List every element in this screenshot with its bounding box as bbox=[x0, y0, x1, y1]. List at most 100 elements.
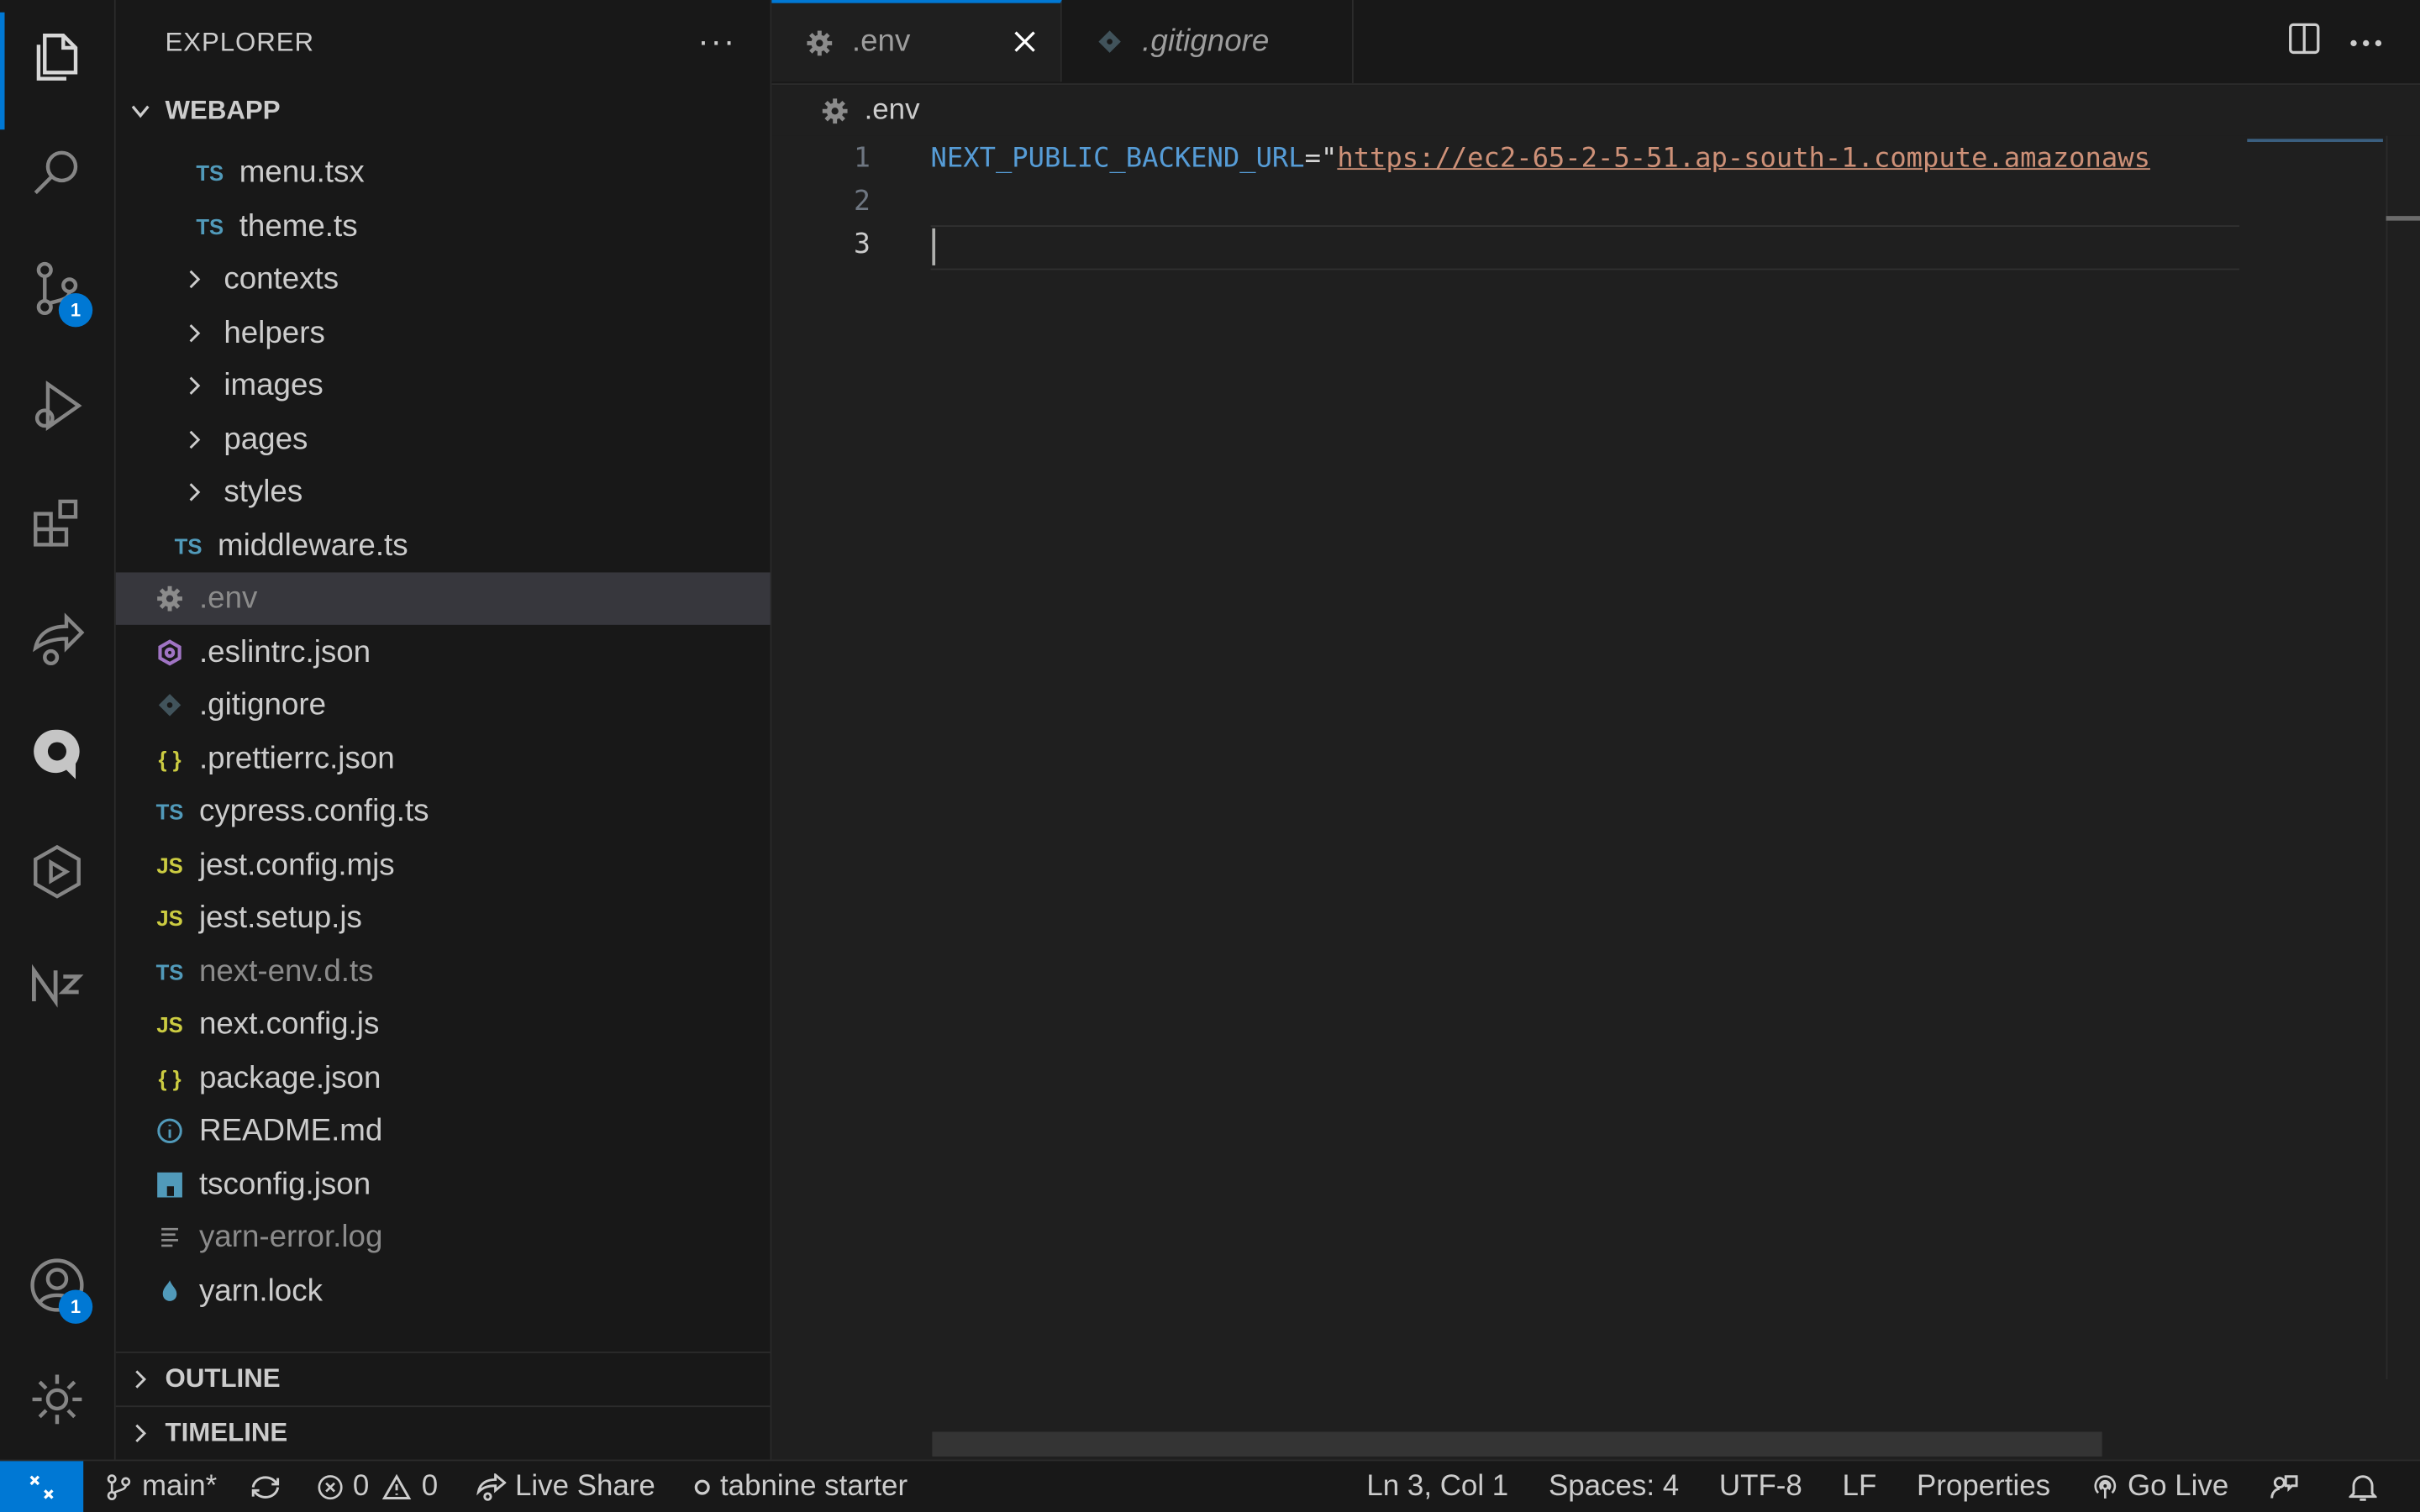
chevron-right-icon bbox=[181, 375, 208, 396]
tree-item-file[interactable]: JS next.config.js bbox=[116, 998, 771, 1050]
tree-item-label: jest.setup.js bbox=[198, 900, 362, 935]
remote-indicator[interactable] bbox=[0, 1461, 84, 1512]
line-number-current: 3 bbox=[854, 228, 871, 261]
explorer-title: EXPLORER bbox=[165, 28, 314, 57]
more-actions-icon[interactable] bbox=[2349, 28, 2383, 55]
go-live-status[interactable]: Go Live bbox=[2091, 1470, 2228, 1504]
tree-item-file-selected[interactable]: .env bbox=[115, 572, 771, 625]
tree-item-file[interactable]: JS jest.config.mjs bbox=[116, 839, 771, 891]
cursor-position-label: Ln 3, Col 1 bbox=[1366, 1470, 1509, 1503]
tree-item-file[interactable]: TS menu.tsx bbox=[116, 146, 771, 198]
timeline-label: TIMELINE bbox=[165, 1417, 288, 1447]
workspace-root-header[interactable]: WEBAPP bbox=[116, 85, 771, 137]
activity-bar: 1 1 bbox=[0, 0, 116, 1460]
tree-item-label: jest.config.mjs bbox=[198, 848, 395, 882]
indentation-label: Spaces: 4 bbox=[1548, 1470, 1680, 1503]
tree-item-label: README.md bbox=[198, 1113, 383, 1147]
tab-env[interactable]: .env bbox=[771, 0, 1062, 82]
tabnine-status[interactable]: tabnine starter bbox=[692, 1470, 908, 1504]
cursor-position[interactable]: Ln 3, Col 1 bbox=[1366, 1470, 1508, 1504]
broadcast-icon bbox=[2093, 1475, 2116, 1499]
error-icon bbox=[317, 1475, 342, 1500]
nx-icon[interactable] bbox=[0, 941, 114, 1031]
outline-label: OUTLINE bbox=[165, 1363, 281, 1394]
problems-status[interactable]: 0 0 bbox=[316, 1470, 438, 1504]
outline-section-header[interactable]: OUTLINE bbox=[116, 1353, 771, 1405]
tree-item-label: cypress.config.ts bbox=[198, 794, 429, 828]
run-debug-icon[interactable] bbox=[0, 361, 114, 451]
tab-label: .gitignore bbox=[1142, 24, 1270, 58]
encoding-status[interactable]: UTF-8 bbox=[1719, 1470, 1802, 1504]
git-icon bbox=[1096, 28, 1123, 55]
split-editor-icon[interactable] bbox=[2287, 21, 2321, 63]
eol-status[interactable]: LF bbox=[1843, 1470, 1877, 1504]
extensions-icon[interactable] bbox=[0, 478, 114, 568]
status-bar: main* 0 0 Live Share tabnine starter Ln … bbox=[0, 1459, 2420, 1512]
tree-item-file[interactable]: { } .prettierrc.json bbox=[116, 732, 771, 785]
env-value-link[interactable]: https://ec2-65-2-5-51.ap-south-1.compute… bbox=[1337, 144, 2150, 175]
tree-item-file[interactable]: yarn-error.log bbox=[116, 1211, 771, 1263]
plugin-icon[interactable] bbox=[0, 827, 114, 916]
tree-item-file[interactable]: TS cypress.config.ts bbox=[116, 785, 771, 837]
tree-item-folder[interactable]: styles bbox=[116, 466, 771, 518]
tree-item-folder[interactable]: contexts bbox=[116, 253, 771, 305]
current-line-highlight bbox=[930, 225, 2240, 270]
editor-tab-bar: .env .gitignore bbox=[771, 0, 2420, 86]
json-icon: { } bbox=[158, 1066, 182, 1091]
live-share-icon[interactable] bbox=[0, 594, 114, 684]
tree-item-label: next-env.d.ts bbox=[198, 954, 374, 989]
tab-gitignore[interactable]: .gitignore bbox=[1062, 0, 1354, 84]
tree-item-file[interactable]: README.md bbox=[116, 1105, 771, 1157]
tree-item-file[interactable]: TS middleware.ts bbox=[116, 520, 771, 572]
explorer-icon[interactable] bbox=[0, 12, 114, 130]
horizontal-scrollbar[interactable] bbox=[932, 1431, 2102, 1457]
breadcrumb-item[interactable]: .env bbox=[865, 94, 920, 128]
live-share-status[interactable]: Live Share bbox=[475, 1470, 655, 1504]
gear-icon[interactable] bbox=[0, 1355, 114, 1445]
live-share-icon bbox=[476, 1473, 506, 1501]
more-actions-button[interactable]: ··· bbox=[697, 22, 736, 62]
workspace-root-label: WEBAPP bbox=[165, 95, 281, 125]
language-label: Properties bbox=[1917, 1470, 2051, 1503]
tabnine-icon bbox=[693, 1479, 709, 1495]
tree-item-file[interactable]: yarn.lock bbox=[116, 1265, 771, 1317]
tree-item-label: menu.tsx bbox=[239, 155, 365, 190]
tree-item-file[interactable]: tsconfig.json bbox=[116, 1158, 771, 1210]
search-icon[interactable] bbox=[0, 128, 114, 218]
warning-count: 0 bbox=[421, 1470, 439, 1503]
tree-item-label: middleware.ts bbox=[217, 528, 408, 563]
source-control-icon[interactable]: 1 bbox=[0, 244, 114, 333]
code-editor[interactable]: 1 2 3 NEXT_PUBLIC_BACKEND_URL="https://e… bbox=[771, 135, 2420, 1460]
tree-item-file[interactable]: .gitignore bbox=[116, 679, 771, 731]
log-file-icon bbox=[153, 1224, 187, 1252]
typescript-icon: TS bbox=[155, 959, 184, 984]
tabnine-label: tabnine starter bbox=[719, 1470, 908, 1503]
timeline-section-header[interactable]: TIMELINE bbox=[116, 1407, 771, 1459]
javascript-icon: JS bbox=[156, 853, 183, 879]
tree-item-file[interactable]: TS theme.ts bbox=[116, 201, 771, 253]
indentation-status[interactable]: Spaces: 4 bbox=[1549, 1470, 1679, 1504]
tree-item-label: styles bbox=[224, 474, 303, 509]
tabnine-icon[interactable] bbox=[0, 710, 114, 800]
close-icon[interactable] bbox=[1007, 24, 1041, 58]
tree-item-file[interactable]: .eslintrc.json bbox=[116, 627, 771, 679]
language-mode[interactable]: Properties bbox=[1917, 1470, 2050, 1504]
notifications-icon[interactable] bbox=[2349, 1472, 2386, 1503]
tree-item-folder[interactable]: pages bbox=[116, 413, 771, 465]
sync-status[interactable] bbox=[248, 1473, 291, 1501]
accounts-icon[interactable]: 1 bbox=[0, 1241, 114, 1331]
minimap[interactable] bbox=[2247, 139, 2383, 142]
tree-item-file[interactable]: JS jest.setup.js bbox=[116, 892, 771, 944]
chevron-right-icon bbox=[181, 323, 208, 344]
tree-item-label: .prettierrc.json bbox=[198, 741, 395, 775]
tree-item-file[interactable]: TS next-env.d.ts bbox=[116, 946, 771, 998]
chevron-right-icon bbox=[181, 481, 208, 503]
info-icon bbox=[153, 1117, 187, 1145]
tree-item-file[interactable]: { } package.json bbox=[116, 1053, 771, 1105]
feedback-icon[interactable] bbox=[2269, 1472, 2309, 1503]
branch-status[interactable]: main* bbox=[105, 1470, 217, 1504]
tree-item-folder[interactable]: helpers bbox=[116, 307, 771, 360]
tree-item-folder[interactable]: images bbox=[116, 360, 771, 412]
gear-icon bbox=[806, 29, 834, 56]
explorer-sidebar: EXPLORER ··· WEBAPP TS menu.tsx TS theme… bbox=[115, 0, 772, 1460]
